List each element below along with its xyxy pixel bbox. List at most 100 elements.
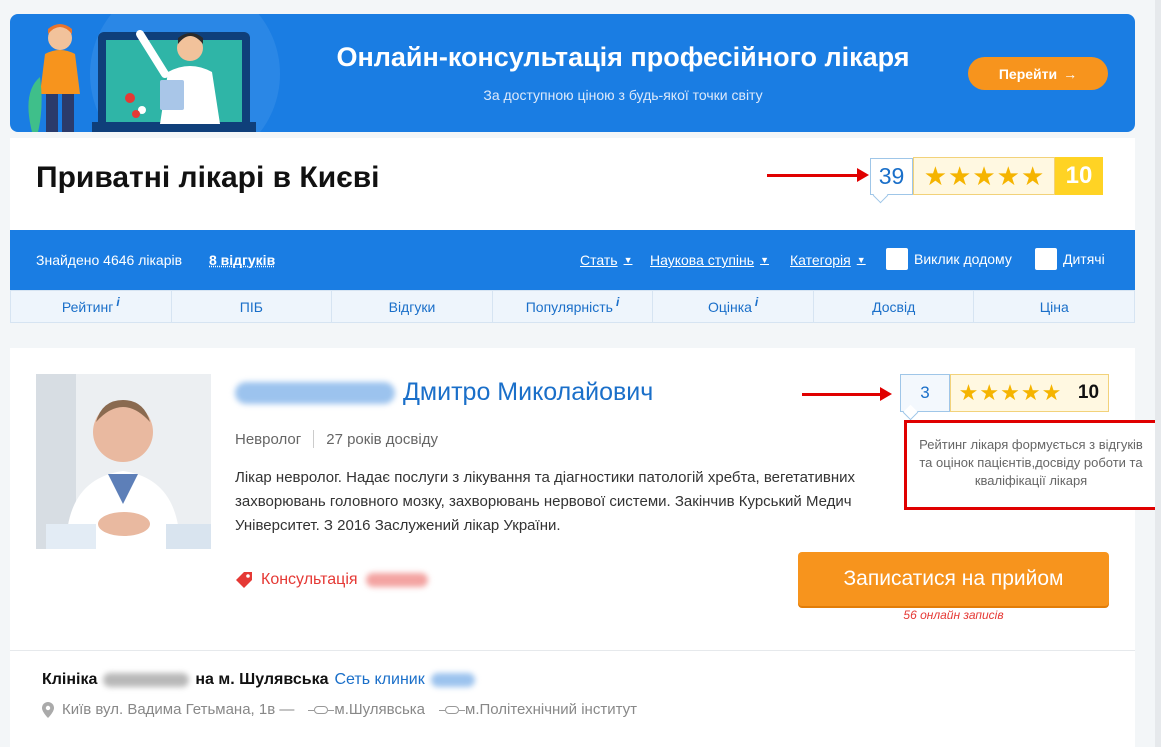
doctor-score-value: 10 <box>1077 382 1100 403</box>
chevron-down-icon: ▼ <box>623 255 633 265</box>
info-icon: i <box>116 294 120 309</box>
filter-children[interactable]: Дитячі <box>1035 248 1105 270</box>
banner-go-button[interactable]: Перейти → <box>968 57 1108 90</box>
sort-rating[interactable]: Рейтинг i <box>11 291 172 322</box>
chevron-down-icon: ▼ <box>856 255 866 265</box>
map-pin-icon <box>42 701 54 718</box>
doctor-illustration <box>28 14 280 132</box>
filter-category[interactable]: Категорія ▼ <box>790 252 866 268</box>
reviews-count-value: 39 <box>878 163 905 189</box>
star-icon: ★ <box>1020 161 1045 191</box>
star-icon: ★ <box>923 161 948 191</box>
doctor-portrait-icon <box>36 374 211 549</box>
sort-label: ПІБ <box>239 298 263 315</box>
sort-score[interactable]: Оцінка i <box>653 291 814 322</box>
doctor-meta: Невролог 27 років досвіду <box>235 430 438 448</box>
rating-tooltip: Рейтинг лікаря формується з відгуків та … <box>904 420 1158 510</box>
clinic-name-suffix: на м. Шулявська <box>195 671 329 688</box>
filter-category-label: Категорія <box>790 252 851 268</box>
info-icon: i <box>615 294 620 309</box>
star-icon: ★ <box>972 161 996 191</box>
promo-banner[interactable]: Онлайн-консультація професійного лікаря … <box>10 14 1135 132</box>
book-appointment-button[interactable]: Записатися на прийом <box>798 552 1109 606</box>
hidden-clinic-name <box>103 673 190 687</box>
consultation-price: Консультація <box>235 571 428 589</box>
scrollbar[interactable] <box>1155 0 1161 747</box>
clinic-name[interactable]: Клініка на м. Шулявська Сеть клиник <box>42 671 475 689</box>
rating-score: 10 <box>1055 157 1103 195</box>
hidden-surname <box>235 381 395 404</box>
doctor-card: Дмитро Миколайович 3 ★ ★ ★ ★ ★ 10 Невролог 2… <box>10 348 1158 747</box>
metro-station-label: м.Шулявська <box>334 701 425 718</box>
filter-gender-label: Стать <box>580 252 618 268</box>
home-visit-checkbox[interactable] <box>886 248 908 270</box>
found-count: Знайдено 4646 лікарів <box>36 252 183 268</box>
doctor-name[interactable]: Дмитро Миколайович <box>235 378 653 407</box>
sort-reviews[interactable]: Відгуки <box>332 291 493 322</box>
sort-experience[interactable]: Досвід <box>814 291 975 322</box>
star-icon: ★ <box>996 161 1020 191</box>
rating-score-value: 10 <box>1065 162 1093 189</box>
sort-name[interactable]: ПІБ <box>172 291 333 322</box>
hidden-network-name <box>430 673 475 687</box>
sort-label: Досвід <box>872 298 916 315</box>
star-icon: ★ <box>1041 380 1062 405</box>
doctor-specialty[interactable]: Невролог <box>235 431 301 448</box>
clinic-name-prefix: Клініка <box>42 671 98 688</box>
doctor-rating-stars: ★ ★ ★ ★ ★ <box>950 374 1069 412</box>
clinic-network-label: Сеть клиник <box>334 671 425 688</box>
doctor-experience: 27 років досвіду <box>326 430 438 448</box>
sort-label: Ціна <box>1039 298 1069 315</box>
reviews-link[interactable]: 8 відгуків <box>209 252 275 268</box>
listing-header: Приватні лікарі в Києві 39 ★ ★ ★ ★ ★ 10 <box>10 138 1135 230</box>
filter-gender[interactable]: Стать ▼ <box>580 252 632 268</box>
doctor-reviews-badge[interactable]: 3 <box>900 374 950 412</box>
page-title: Приватні лікарі в Києві <box>36 161 380 194</box>
star-icon: ★ <box>979 380 1000 405</box>
address-text: Київ вул. Вадима Гетьмана, 1в — <box>62 701 295 718</box>
metro-station[interactable]: м.Політехнічний інститут <box>439 701 637 718</box>
filter-degree-label: Наукова ступінь <box>650 252 755 268</box>
banner-title: Онлайн-консультація професійного лікаря <box>336 42 910 72</box>
sort-label: Відгуки <box>388 298 436 315</box>
consultation-label: Консультація <box>261 571 358 588</box>
reviews-count-badge[interactable]: 39 <box>870 158 913 195</box>
chevron-down-icon: ▼ <box>760 255 769 265</box>
filter-degree[interactable]: Наукова ступінь ▼ <box>650 252 769 268</box>
children-label: Дитячі <box>1063 251 1105 267</box>
doctor-description: Лікар невролог. Надає послуги з лікуванн… <box>235 469 856 534</box>
filter-bar: Знайдено 4646 лікарів 8 відгуків Стать ▼… <box>10 230 1135 290</box>
doctor-photo[interactable] <box>36 374 211 549</box>
star-icon: ★ <box>1020 380 1041 405</box>
sort-row: Рейтинг i ПІБ Відгуки Популярність i Оцінк… <box>10 290 1135 323</box>
arrow-right-icon: → <box>1063 65 1078 82</box>
annotation-arrow-icon <box>767 168 869 182</box>
children-checkbox[interactable] <box>1035 248 1057 270</box>
hidden-price <box>365 573 428 587</box>
clinic-network-link[interactable]: Сеть клиник <box>334 671 424 689</box>
sort-label: Оцінка <box>707 298 752 315</box>
doctor-reviews-value: 3 <box>920 383 930 402</box>
clinic-block: Клініка на м. Шулявська Сеть клиник Київ… <box>10 650 1135 738</box>
annotation-arrow-icon <box>802 387 892 401</box>
metro-icon <box>308 705 335 714</box>
star-icon: ★ <box>1000 380 1020 405</box>
filter-home-visit[interactable]: Виклик додому <box>886 248 1012 270</box>
rating-stars: ★ ★ ★ ★ ★ <box>913 157 1055 195</box>
info-icon: i <box>754 294 759 309</box>
divider <box>313 430 315 448</box>
metro-icon <box>439 705 465 714</box>
doctor-name-visible: Дмитро Миколайович <box>403 378 654 406</box>
price-tag-icon <box>236 572 252 588</box>
online-bookings: 56 онлайн записів <box>903 608 1004 622</box>
doctor-rating-score: 10 <box>1069 374 1109 412</box>
clinic-address: Київ вул. Вадима Гетьмана, 1в — м.Шулявс… <box>42 701 637 718</box>
banner-go-label: Перейти <box>998 65 1058 82</box>
metro-station-label: м.Політехнічний інститут <box>465 701 637 718</box>
sort-label: Рейтинг <box>61 298 114 315</box>
star-icon: ★ <box>958 380 979 405</box>
banner-subtitle: За доступною ціною з будь-якої точки сві… <box>483 87 763 103</box>
sort-popularity[interactable]: Популярність i <box>493 291 654 322</box>
metro-station[interactable]: м.Шулявська <box>308 701 425 718</box>
sort-price[interactable]: Ціна <box>974 291 1134 322</box>
